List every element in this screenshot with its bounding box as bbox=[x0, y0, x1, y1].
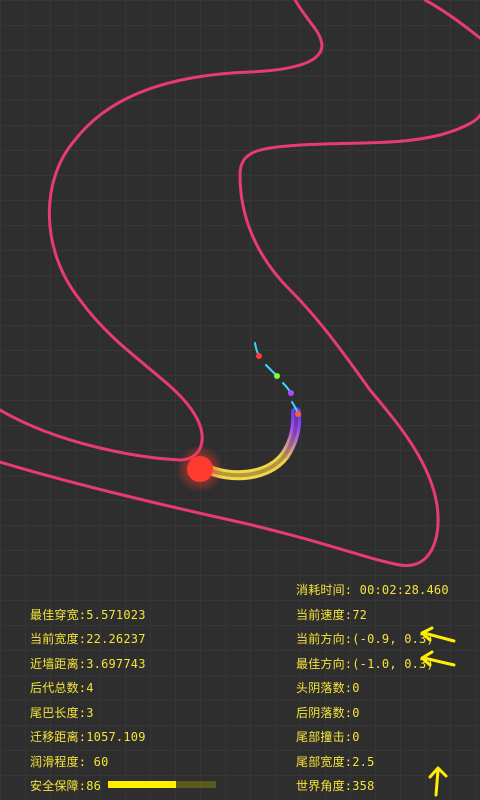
stat-rear-collisions: 后阴落数:0 bbox=[296, 706, 360, 720]
best-direction-left-arrow-icon bbox=[420, 650, 456, 667]
world-angle-up-arrow-icon bbox=[428, 766, 448, 797]
stat-near-wall-distance: 近墙距离:3.697743 bbox=[30, 657, 146, 671]
stat-tail-hits: 尾部撞击:0 bbox=[296, 730, 360, 744]
stat-world-angle: 世界角度:358 bbox=[296, 779, 375, 793]
safety-progress-fill bbox=[108, 781, 177, 788]
stat-current-direction: 当前方向:(-0.9, 0.3) bbox=[296, 632, 434, 646]
current-direction-left-arrow-icon bbox=[420, 626, 456, 643]
stat-safety-label: 安全保障:86 bbox=[30, 779, 102, 793]
stat-elapsed-time: 消耗时间: 00:02:28.460 bbox=[296, 583, 449, 597]
stat-generations: 后代总数:4 bbox=[30, 681, 94, 695]
stat-best-width: 最佳穿宽:5.571023 bbox=[30, 608, 146, 622]
stat-smoothness: 润滑程度: 60 bbox=[30, 755, 109, 769]
snake-head bbox=[187, 456, 213, 482]
stat-migration-distance: 迁移距离:1057.109 bbox=[30, 730, 146, 744]
stat-head-collisions: 头阴落数:0 bbox=[296, 681, 360, 695]
stat-tail-width: 尾部宽度:2.5 bbox=[296, 755, 375, 769]
stat-current-speed: 当前速度:72 bbox=[296, 608, 368, 622]
safety-progress-bar bbox=[108, 781, 216, 788]
stat-current-width: 当前宽度:22.26237 bbox=[30, 632, 146, 646]
stat-best-direction: 最佳方向:(-1.0, 0.3) bbox=[296, 657, 434, 671]
stat-tail-length: 尾巴长度:3 bbox=[30, 706, 94, 720]
